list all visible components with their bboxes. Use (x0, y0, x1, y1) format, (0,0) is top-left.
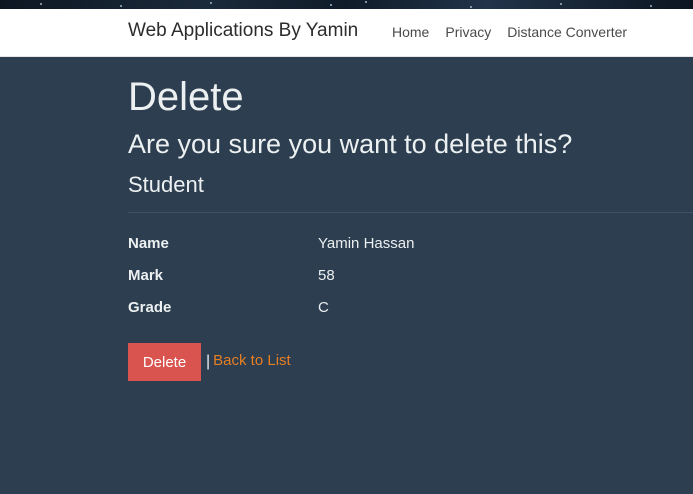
action-separator: | (206, 353, 211, 370)
page-title: Delete (128, 75, 244, 119)
detail-value: 58 (318, 267, 335, 284)
top-navbar: Web Applications By Yamin Home Privacy D… (0, 9, 693, 57)
detail-value: Yamin Hassan (318, 235, 415, 252)
nav-links: Home Privacy Distance Converter (392, 24, 627, 40)
delete-button[interactable]: Delete (128, 343, 201, 381)
section-divider (128, 212, 693, 213)
detail-row-mark: Mark 58 (128, 265, 628, 297)
detail-label: Mark (128, 267, 164, 284)
detail-row-name: Name Yamin Hassan (128, 233, 628, 265)
entity-title: Student (128, 172, 204, 197)
student-details: Name Yamin Hassan Mark 58 Grade C (128, 233, 628, 329)
detail-row-grade: Grade C (128, 297, 628, 329)
nav-link-distance-converter[interactable]: Distance Converter (507, 24, 627, 40)
nav-link-home[interactable]: Home (392, 24, 429, 40)
detail-label: Grade (128, 299, 172, 316)
delete-confirmation-text: Are you sure you want to delete this? (128, 129, 573, 159)
detail-label: Name (128, 235, 169, 252)
brand-title[interactable]: Web Applications By Yamin (128, 20, 358, 42)
form-actions: Delete | Back to List (128, 343, 291, 381)
header-background-image (0, 0, 693, 9)
detail-value: C (318, 299, 329, 316)
nav-link-privacy[interactable]: Privacy (445, 24, 491, 40)
back-to-list-link[interactable]: Back to List (213, 352, 291, 369)
